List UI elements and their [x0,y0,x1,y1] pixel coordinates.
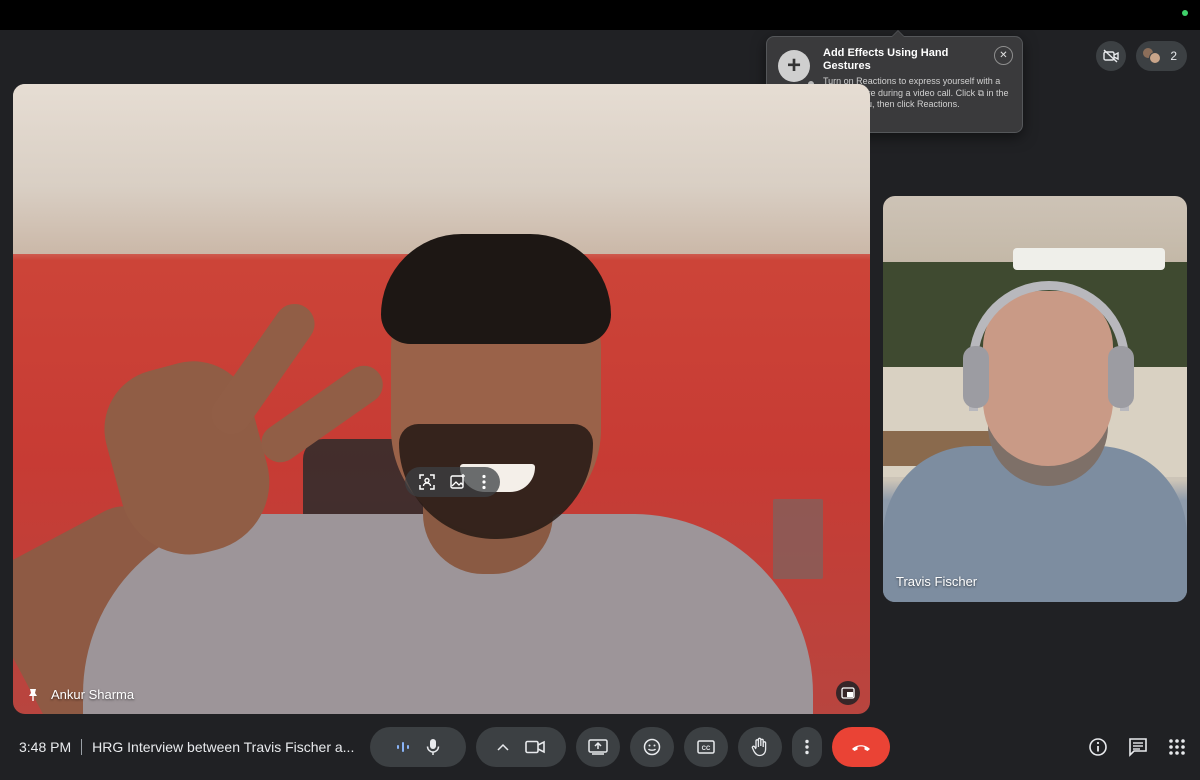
participant-count: 2 [1170,49,1177,63]
popup-title: Add Effects Using Hand Gestures [823,47,949,72]
present-screen-icon [588,739,608,755]
captions-button[interactable]: CC [684,727,728,767]
camera-off-button[interactable] [1096,41,1127,71]
participant-avatars [1142,47,1162,65]
center-controls: CC [370,727,890,767]
close-icon[interactable]: ✕ [994,46,1013,65]
pin-icon[interactable] [27,688,39,702]
plus-icon: + [778,50,810,82]
closed-caption-icon: CC [697,740,715,754]
video-background-frame [773,499,823,579]
call-controls-bar: 3:48 PM HRG Interview between Travis Fis… [0,724,1200,770]
camera-button[interactable] [525,740,545,754]
background-effects-icon[interactable] [449,473,467,491]
more-options-button[interactable] [792,727,822,767]
hand-icon [751,737,769,757]
video-background-ceiling [13,84,870,254]
camera-status-dot [1182,10,1188,16]
system-top-bar [0,0,1200,30]
microphone-button[interactable] [426,738,440,756]
tile-hover-controls [405,467,500,497]
reactions-button[interactable] [630,727,674,767]
info-icon[interactable] [1088,737,1108,757]
videocam-icon [525,740,545,754]
main-video-tile[interactable]: Ankur Sharma [13,84,870,714]
participant-label: Ankur Sharma [27,687,134,702]
headphone-cup [1108,346,1134,408]
top-right-controls: 2 [1096,41,1187,71]
meeting-time: 3:48 PM [19,739,72,755]
leave-call-button[interactable] [832,727,890,767]
apps-grid-icon[interactable] [1168,738,1186,756]
participant-name: Travis Fischer [896,574,978,589]
meeting-info: 3:48 PM HRG Interview between Travis Fis… [19,739,354,755]
participants-button[interactable]: 2 [1136,41,1187,71]
svg-text:CC: CC [702,746,711,752]
picture-in-picture-icon [841,687,855,699]
secondary-video-tile[interactable]: Travis Fischer [883,196,1187,602]
picture-in-picture-button[interactable] [836,681,860,705]
more-vert-icon [804,739,810,755]
participant-name: Ankur Sharma [51,687,135,702]
chevron-up-icon[interactable] [497,743,509,751]
participant-hair [381,234,611,344]
present-button[interactable] [576,727,620,767]
microphone-group [370,727,466,767]
raise-hand-button[interactable] [738,727,782,767]
emoji-icon [643,738,661,756]
right-controls [1088,737,1186,757]
video-background-ac [1013,248,1165,270]
camera-group [476,727,566,767]
avatar [1149,52,1162,64]
headphone-cup [963,346,989,408]
call-end-icon [850,742,872,752]
meeting-title: HRG Interview between Travis Fischer a..… [92,739,355,755]
audio-wave-icon[interactable] [396,740,410,754]
more-vert-icon[interactable] [481,474,487,490]
camera-off-icon [1103,49,1120,63]
divider [81,739,83,755]
frame-person-icon[interactable] [418,473,436,491]
mic-icon [426,738,440,756]
chat-icon[interactable] [1128,737,1148,757]
